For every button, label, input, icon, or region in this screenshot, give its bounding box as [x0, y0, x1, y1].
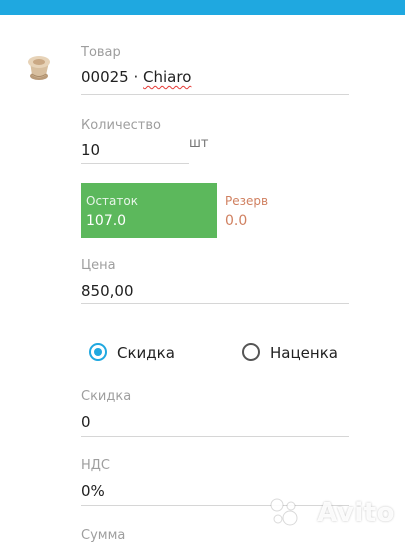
capsule-icon	[28, 56, 50, 80]
product-underline	[81, 94, 349, 95]
avito-logo-icon	[270, 498, 298, 526]
discount-radio[interactable]	[89, 343, 107, 361]
price-underline	[81, 303, 349, 304]
product-label: Товар	[81, 45, 121, 60]
markup-radio-label[interactable]: Наценка	[270, 344, 338, 362]
quantity-input[interactable]: 10	[81, 141, 100, 159]
markup-radio[interactable]	[242, 343, 260, 361]
price-label: Цена	[81, 258, 116, 273]
reserve-label: Резерв	[225, 194, 269, 208]
vat-underline	[81, 505, 349, 506]
sum-label: Сумма	[81, 528, 126, 543]
product-code: 00025 ·	[81, 68, 144, 86]
stock-label: Остаток	[86, 194, 138, 208]
app-top-bar	[0, 0, 405, 15]
product-field[interactable]: 00025 · Chiaro	[81, 68, 191, 86]
discount-radio-label[interactable]: Скидка	[117, 344, 175, 362]
stock-panel: Остаток 107.0	[81, 183, 217, 238]
price-input[interactable]: 850,00	[81, 282, 134, 300]
quantity-underline	[81, 163, 189, 164]
quantity-label: Количество	[81, 118, 161, 133]
discount-radio-dot	[94, 348, 102, 356]
vat-label: НДС	[81, 458, 111, 473]
discount-input[interactable]: 0	[81, 413, 91, 431]
reserve-value: 0.0	[225, 213, 248, 229]
quantity-unit: шт	[189, 136, 209, 151]
discount-label: Скидка	[81, 389, 132, 404]
vat-input[interactable]: 0%	[81, 482, 105, 500]
avito-watermark: Avito	[317, 498, 395, 528]
discount-underline	[81, 436, 349, 437]
product-name: Chiaro	[143, 68, 192, 86]
stock-value: 107.0	[86, 213, 127, 229]
